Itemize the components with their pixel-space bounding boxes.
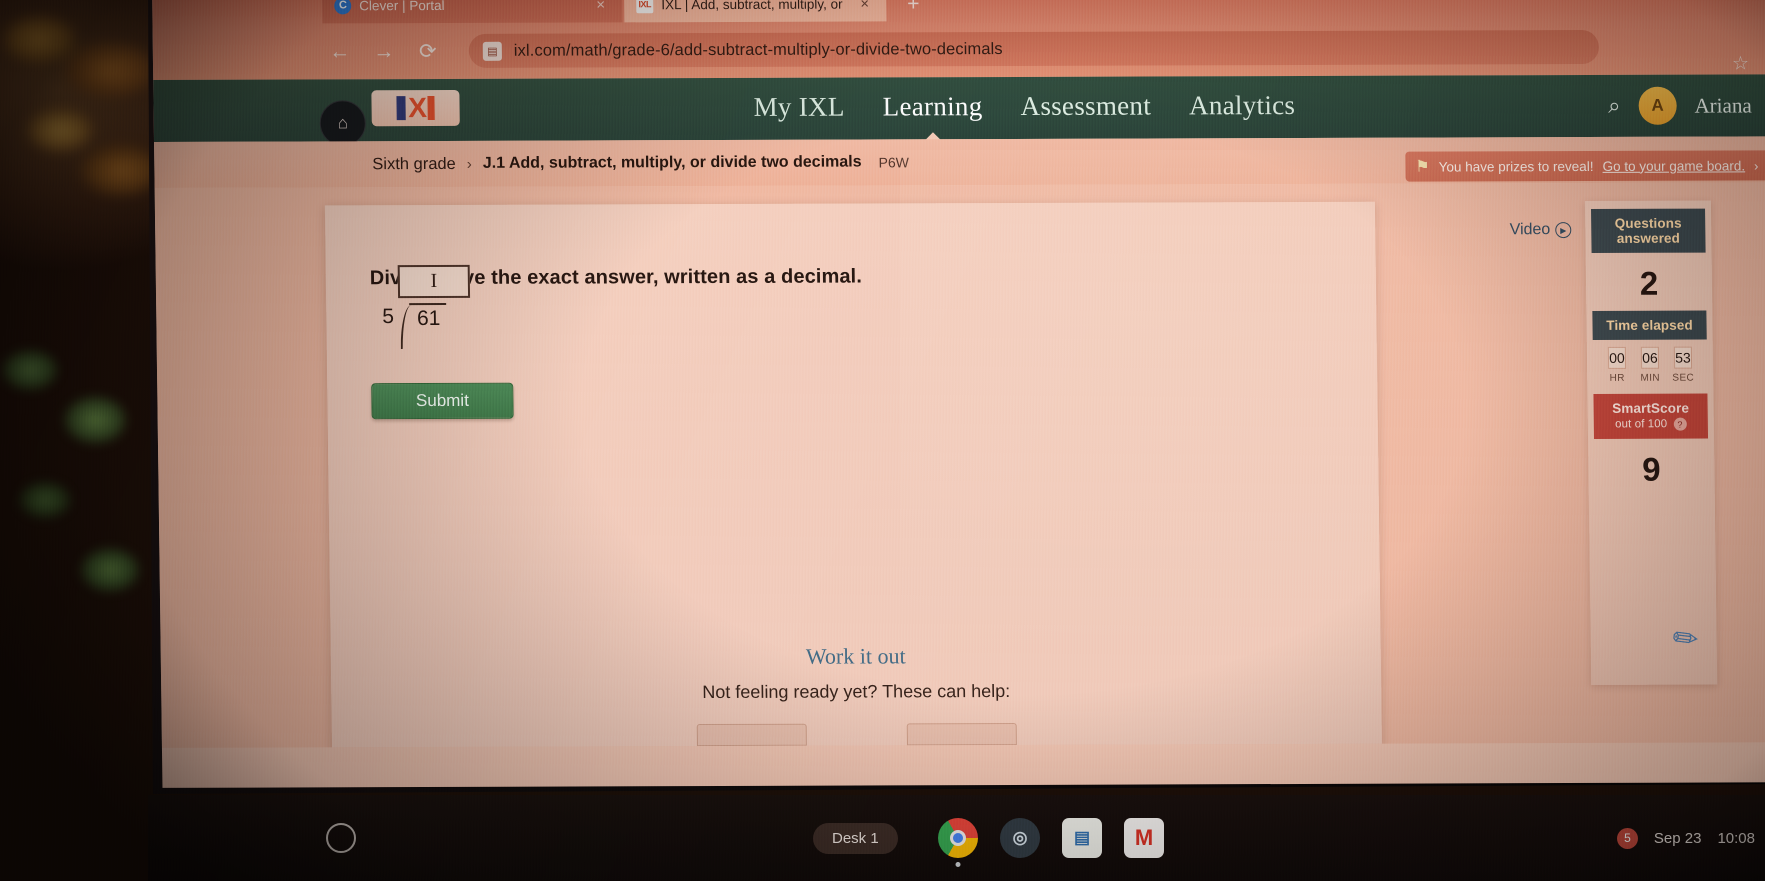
- reload-icon[interactable]: ⟳: [417, 40, 439, 63]
- help-prompt-text: Not feeling ready yet? These can help:: [702, 680, 1011, 703]
- breadcrumb-separator-icon: ›: [466, 155, 472, 173]
- background-food-blur: [0, 0, 160, 210]
- user-name-label[interactable]: Ariana: [1694, 93, 1751, 118]
- browser-chrome: C Clever | Portal × IXL IXL | Add, subtr…: [152, 0, 1765, 80]
- logo-bar-shape: [396, 96, 406, 121]
- avatar[interactable]: A: [1638, 86, 1677, 125]
- help-tile[interactable]: [906, 722, 1017, 746]
- school-home-icon[interactable]: ⌂: [319, 100, 367, 147]
- division-bracket-icon: 61: [397, 302, 447, 331]
- timer-hours: 00 HR: [1601, 347, 1632, 386]
- timer-minutes-unit: MIN: [1640, 373, 1661, 385]
- nav-item-my-ixl[interactable]: My IXL: [753, 91, 845, 126]
- timer-seconds-unit: SEC: [1672, 372, 1695, 385]
- chromeos-shelf: Desk 1 ◎ ▤ M 5 Sep 23 10:08: [148, 795, 1765, 881]
- new-tab-button[interactable]: +: [900, 0, 926, 17]
- timer-minutes: 06 MIN: [1634, 347, 1665, 386]
- forward-icon[interactable]: →: [373, 40, 395, 63]
- ixl-logo[interactable]: X: [371, 89, 460, 127]
- desk-button[interactable]: Desk 1: [813, 822, 898, 854]
- breadcrumb-skill: J.1 Add, subtract, multiply, or divide t…: [482, 153, 862, 172]
- tab-title: IXL | Add, subtract, multiply, or: [661, 0, 843, 12]
- game-board-link[interactable]: Go to your game board.: [1602, 158, 1745, 173]
- text-cursor-icon: I: [430, 269, 438, 293]
- browser-tab-ixl[interactable]: IXL IXL | Add, subtract, multiply, or ×: [624, 0, 887, 23]
- help-tile[interactable]: [696, 723, 807, 747]
- nav-item-learning[interactable]: Learning: [882, 91, 982, 126]
- page-body: Divide. Give the exact answer, written a…: [154, 182, 1765, 748]
- url-text: ixl.com/math/grade-6/add-subtract-multip…: [513, 39, 1003, 60]
- site-info-icon[interactable]: ▤: [482, 41, 502, 61]
- tab-title: Clever | Portal: [359, 0, 445, 13]
- ixl-nav-items: My IXL Learning Assessment Analytics: [753, 90, 1295, 127]
- smartscore-value: 9: [1641, 450, 1661, 488]
- shelf-time: 10:08: [1717, 829, 1755, 847]
- pencil-icon[interactable]: ✎: [1665, 618, 1707, 661]
- nav-item-assessment[interactable]: Assessment: [1020, 90, 1151, 125]
- breadcrumb: Sixth grade › J.1 Add, subtract, multipl…: [154, 136, 1765, 188]
- smartscore-sub: out of 100 ?: [1598, 418, 1704, 432]
- launcher-icon[interactable]: [326, 823, 356, 853]
- browser-tab-clever[interactable]: C Clever | Portal ×: [322, 0, 623, 24]
- chrome-app-icon[interactable]: [938, 818, 978, 867]
- questions-answered-value: 2: [1639, 264, 1659, 303]
- timer-seconds: 53 SEC: [1667, 346, 1698, 386]
- video-label: Video: [1509, 221, 1551, 239]
- trophy-icon: ⚑: [1415, 158, 1430, 176]
- prize-banner[interactable]: ⚑ You have prizes to reveal! Go to your …: [1405, 150, 1765, 182]
- logo-x-letter: X: [408, 92, 426, 124]
- slides-app-icon[interactable]: ▤: [1062, 818, 1102, 858]
- background-greens-blur: [0, 330, 175, 660]
- shelf-app-list: ◎ ▤ M: [938, 818, 1164, 867]
- shelf-date: Sep 23: [1653, 829, 1702, 847]
- video-link[interactable]: Video ▶: [1510, 221, 1572, 239]
- timer-hours-unit: HR: [1609, 373, 1625, 385]
- skill-code-badge: P6W: [878, 154, 910, 171]
- ixl-favicon-icon: IXL: [636, 0, 654, 13]
- shelf-status-area[interactable]: 5 Sep 23 10:08: [1616, 827, 1755, 849]
- breadcrumb-grade[interactable]: Sixth grade: [372, 154, 456, 173]
- score-panel: Questions answered 2 Time elapsed 00 HR …: [1584, 200, 1718, 685]
- prize-banner-text: You have prizes to reveal!: [1438, 158, 1594, 175]
- submit-button[interactable]: Submit: [371, 382, 514, 420]
- nav-item-analytics[interactable]: Analytics: [1189, 90, 1296, 125]
- search-icon[interactable]: ⌕: [1608, 93, 1621, 119]
- time-elapsed-header: Time elapsed: [1592, 310, 1707, 341]
- timer-minutes-value: 06: [1641, 347, 1659, 370]
- help-icon[interactable]: ?: [1673, 418, 1687, 432]
- smartscore-sub-text: out of 100: [1615, 418, 1668, 431]
- logo-l-shape: [427, 96, 436, 121]
- close-icon[interactable]: ×: [596, 0, 610, 13]
- questions-answered-header: Questions answered: [1591, 208, 1706, 254]
- smartscore-header: SmartScore out of 100 ?: [1593, 393, 1709, 439]
- nav-right-group: ⌕ A Ariana: [1608, 86, 1752, 125]
- clever-favicon-icon: C: [334, 0, 352, 14]
- timer-row: 00 HR 06 MIN 53 SEC: [1587, 346, 1713, 386]
- divisor-value: 5: [382, 305, 395, 329]
- work-it-out-heading: Work it out: [805, 643, 906, 669]
- timer-hours-value: 00: [1608, 347, 1626, 370]
- bookmark-star-icon[interactable]: ☆: [1732, 52, 1749, 75]
- timer-seconds-value: 53: [1674, 346, 1692, 369]
- chevron-right-icon[interactable]: ›: [1754, 158, 1759, 173]
- address-bar[interactable]: ▤ ixl.com/math/grade-6/add-subtract-mult…: [468, 29, 1600, 68]
- long-division-expression: 5 61: [382, 302, 447, 331]
- dividend-value: 61: [408, 302, 447, 331]
- app-active-indicator: [955, 862, 961, 867]
- question-card: Divide. Give the exact answer, written a…: [324, 201, 1383, 748]
- laptop-screen: C Clever | Portal × IXL IXL | Add, subtr…: [152, 0, 1765, 788]
- help-tiles-row: [332, 722, 1382, 748]
- browser-toolbar: ← → ⟳ ▤ ixl.com/math/grade-6/add-subtrac…: [152, 18, 1765, 80]
- notification-badge[interactable]: 5: [1616, 827, 1638, 849]
- gmail-app-icon[interactable]: M: [1124, 818, 1164, 858]
- back-icon[interactable]: ←: [329, 40, 351, 63]
- close-icon[interactable]: ×: [860, 0, 874, 12]
- ixl-navigation-bar: ⌂ X My IXL Learning Assessment Analytics…: [153, 74, 1765, 147]
- smartscore-label: SmartScore: [1612, 400, 1690, 417]
- camera-app-icon[interactable]: ◎: [1000, 818, 1040, 858]
- answer-input[interactable]: I: [397, 264, 471, 299]
- play-icon[interactable]: ▶: [1555, 222, 1572, 239]
